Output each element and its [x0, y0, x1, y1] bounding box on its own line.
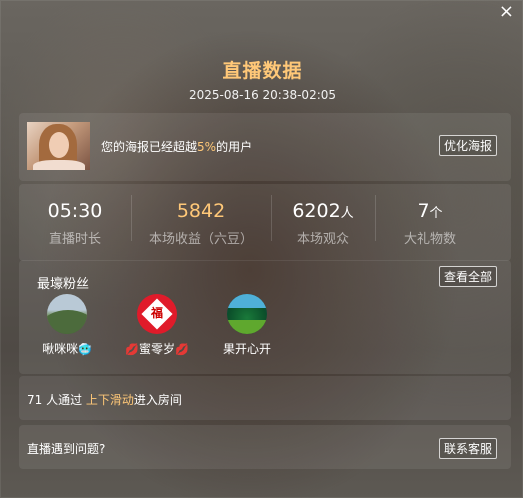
fan-item[interactable]: 果开心开 — [207, 294, 287, 357]
stat-duration-label: 直播时长 — [48, 232, 101, 247]
avatar: 福 — [137, 294, 177, 334]
stat-viewers-value: 6202人 — [292, 200, 354, 222]
optimize-poster-button[interactable]: 优化海报 — [439, 135, 498, 156]
top-fans-card: 最壕粉丝 查看全部 啾咪咪🥶 福 💋蜜零岁💋 果开心开 — [19, 260, 511, 374]
poster-percent: 5% — [197, 140, 217, 154]
avatar — [227, 294, 267, 334]
poster-card: 您的海报已经超越5%的用户 优化海报 — [19, 113, 511, 181]
fan-item[interactable]: 啾咪咪🥶 — [27, 294, 107, 357]
stats-card: 05:30 直播时长 5842 本场收益（六豆） 6202人 本场观众 7个 大… — [19, 184, 511, 261]
top-fans-title: 最壕粉丝 — [37, 277, 90, 292]
close-icon[interactable]: × — [499, 3, 514, 21]
fan-item[interactable]: 福 💋蜜零岁💋 — [117, 294, 197, 357]
poster-status-text: 您的海报已经超越5%的用户 — [101, 140, 253, 154]
live-data-panel: × 直播数据 2025-08-16 20:38-02:05 您的海报已经超越5%… — [0, 0, 523, 498]
fan-name: 💋蜜零岁💋 — [125, 342, 189, 356]
entry-tip-card: 71 人通过 上下滑动进入房间 — [19, 376, 511, 420]
avatar — [47, 294, 87, 334]
fan-name: 果开心开 — [222, 342, 271, 356]
contact-support-button[interactable]: 联系客服 — [439, 438, 498, 459]
stat-duration-value: 05:30 — [47, 200, 103, 222]
stat-viewers-label: 本场观众 — [296, 232, 349, 247]
entry-tip-text: 71 人通过 上下滑动进入房间 — [27, 393, 182, 407]
stat-big-gifts-value: 7个 — [417, 200, 443, 222]
view-all-button[interactable]: 查看全部 — [439, 266, 498, 287]
swipe-highlight: 上下滑动 — [85, 393, 134, 407]
help-card: 直播遇到问题? 联系客服 — [19, 425, 511, 469]
help-text: 直播遇到问题? — [27, 442, 106, 456]
stat-big-gifts-label: 大礼物数 — [403, 232, 456, 247]
poster-thumbnail — [27, 122, 90, 170]
time-range: 2025-08-16 20:38-02:05 — [188, 88, 337, 102]
stat-earnings-value: 5842 — [176, 200, 226, 222]
stat-earnings-label: 本场收益（六豆） — [148, 232, 253, 247]
page-title: 直播数据 — [222, 60, 303, 82]
fan-name: 啾咪咪🥶 — [42, 342, 92, 356]
